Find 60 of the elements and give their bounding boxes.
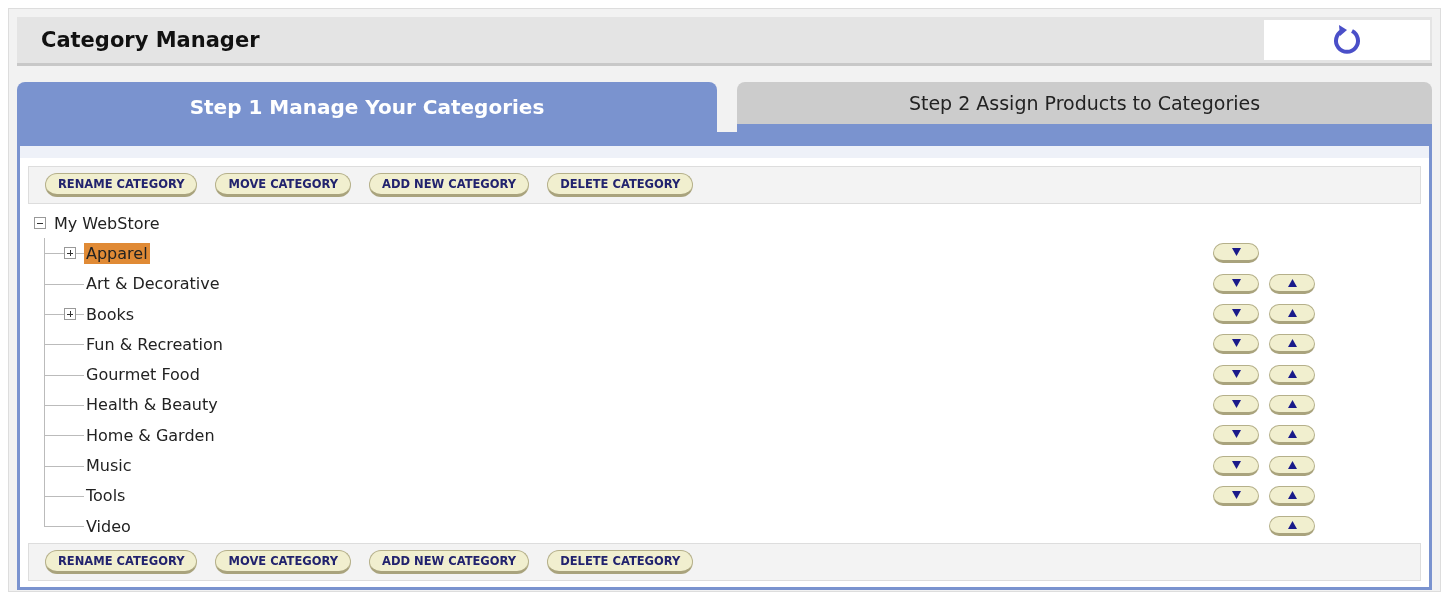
toolbar-button[interactable]: DELETE CATEGORY xyxy=(547,550,694,575)
move-up-button[interactable] xyxy=(1269,516,1315,537)
collapse-icon[interactable] xyxy=(34,217,46,230)
tree-item[interactable]: Books xyxy=(84,303,137,325)
toolbar-button[interactable]: ADD NEW CATEGORY xyxy=(369,550,530,575)
move-up-button[interactable] xyxy=(1269,304,1315,325)
move-up-button[interactable] xyxy=(1269,485,1315,506)
tree-item[interactable]: My WebStore xyxy=(52,212,162,234)
triangle-down-icon xyxy=(1231,309,1241,318)
triangle-up-icon xyxy=(1287,309,1297,318)
triangle-down-icon xyxy=(1231,430,1241,439)
tree-item[interactable]: Music xyxy=(84,455,134,476)
move-down-button[interactable] xyxy=(1213,334,1259,355)
tree-item[interactable]: Fun & Recreation xyxy=(84,333,225,355)
triangle-up-icon xyxy=(1287,490,1297,499)
toolbar-button[interactable]: ADD NEW CATEGORY xyxy=(369,173,530,197)
tree-item[interactable]: Tools xyxy=(84,485,128,507)
move-down-button[interactable] xyxy=(1213,304,1259,325)
tree-item[interactable]: Gourmet Food xyxy=(84,364,202,386)
triangle-down-icon xyxy=(1231,399,1241,408)
move-down-button[interactable] xyxy=(1213,485,1259,506)
triangle-down-icon xyxy=(1231,339,1241,348)
triangle-down-icon xyxy=(1231,248,1241,257)
triangle-down-icon xyxy=(1231,278,1241,287)
move-down-button[interactable] xyxy=(1213,425,1259,446)
move-down-button[interactable] xyxy=(1213,243,1259,264)
triangle-down-icon xyxy=(1231,369,1241,378)
triangle-up-icon xyxy=(1287,430,1297,439)
tree-item[interactable]: Video xyxy=(84,515,133,537)
move-down-button[interactable] xyxy=(1213,455,1259,476)
tree-item[interactable]: Apparel xyxy=(84,242,150,264)
triangle-up-icon xyxy=(1287,399,1297,408)
expand-icon[interactable] xyxy=(64,308,76,321)
move-up-button[interactable] xyxy=(1269,455,1315,476)
move-down-button[interactable] xyxy=(1213,394,1259,415)
triangle-up-icon xyxy=(1287,339,1297,348)
move-down-button[interactable] xyxy=(1213,364,1259,385)
toolbar-button[interactable]: RENAME CATEGORY xyxy=(45,550,198,575)
triangle-down-icon xyxy=(1231,460,1241,469)
move-up-button[interactable] xyxy=(1269,425,1315,446)
triangle-up-icon xyxy=(1287,369,1297,378)
move-up-button[interactable] xyxy=(1269,273,1315,294)
move-down-button[interactable] xyxy=(1213,273,1259,294)
triangle-down-icon xyxy=(1231,490,1241,499)
triangle-up-icon xyxy=(1287,460,1297,469)
expand-icon[interactable] xyxy=(64,247,76,260)
tab[interactable]: Step 2 Assign Products to Categories xyxy=(737,82,1432,132)
window-title: Category Manager xyxy=(41,28,261,52)
tree-item[interactable]: Art & Decorative xyxy=(84,273,222,295)
triangle-up-icon xyxy=(1287,278,1297,287)
tree-item[interactable]: Home & Garden xyxy=(84,424,217,446)
toolbar-button[interactable]: MOVE CATEGORY xyxy=(215,173,352,197)
toolbar-button[interactable]: MOVE CATEGORY xyxy=(215,550,352,575)
toolbar-button[interactable]: DELETE CATEGORY xyxy=(547,173,694,197)
move-up-button[interactable] xyxy=(1269,334,1315,355)
tree-item[interactable]: Health & Beauty xyxy=(84,394,220,416)
triangle-up-icon xyxy=(1287,521,1297,530)
move-up-button[interactable] xyxy=(1269,394,1315,415)
toolbar-button[interactable]: RENAME CATEGORY xyxy=(45,173,198,197)
move-up-button[interactable] xyxy=(1269,364,1315,385)
